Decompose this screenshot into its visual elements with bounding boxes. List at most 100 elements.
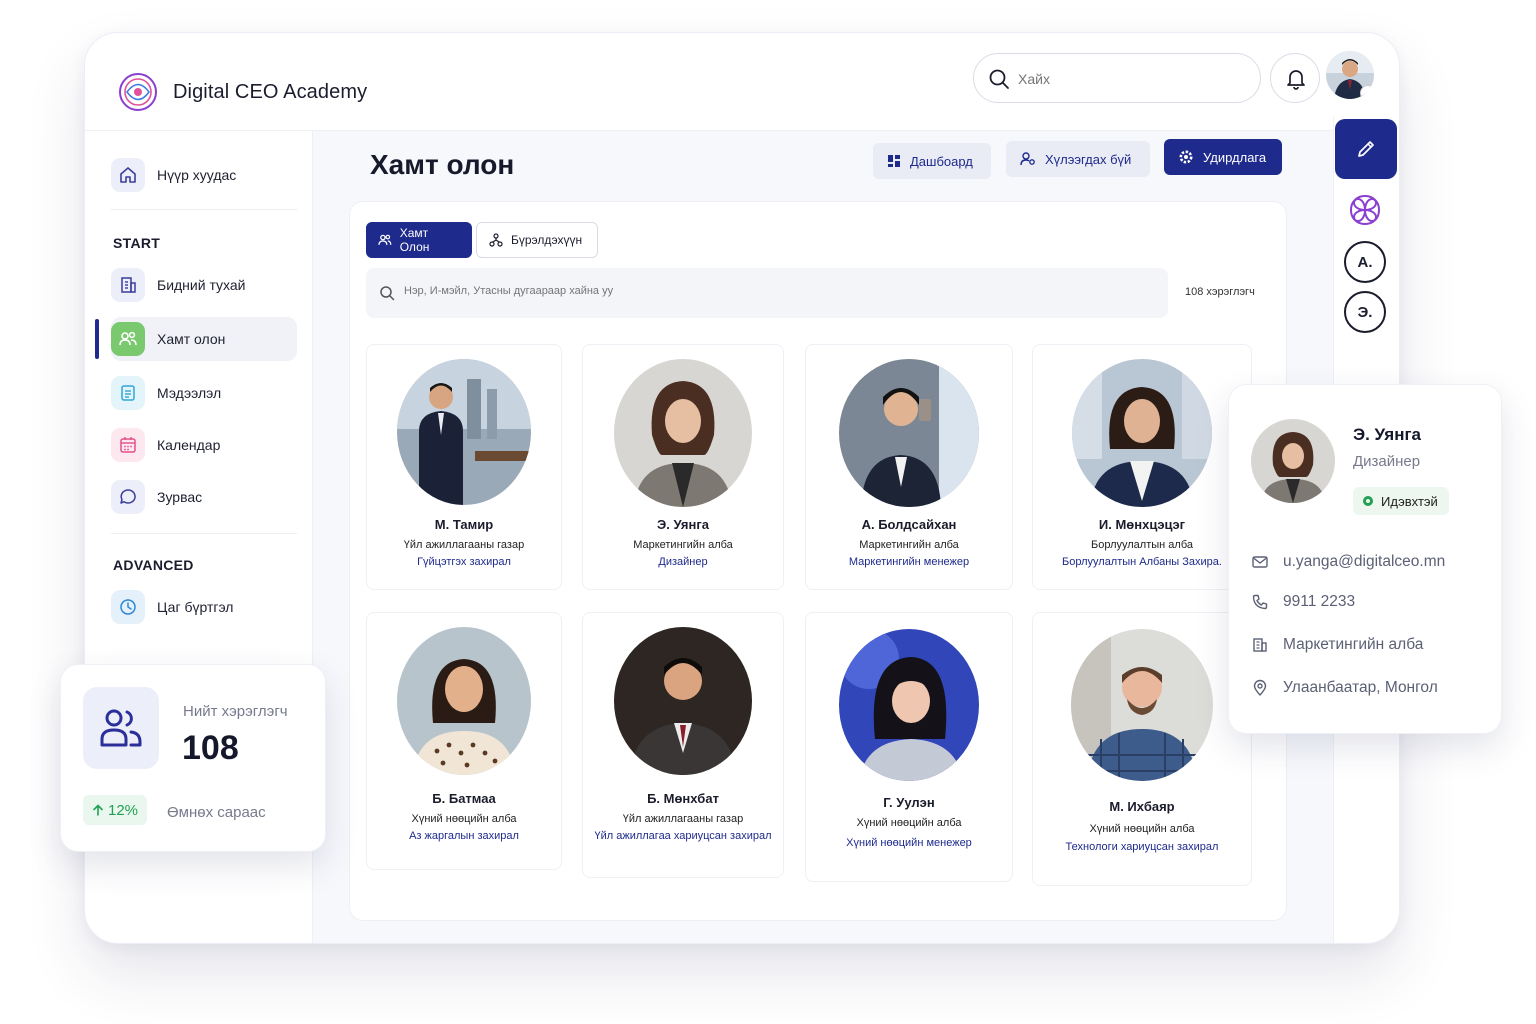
admin-button-label: Удирдлага: [1203, 149, 1267, 165]
sidebar-item-calendar[interactable]: Календар: [111, 423, 297, 467]
chat-icon: [111, 480, 145, 514]
status-badge: Идэвхтэй: [1353, 487, 1449, 515]
member-role: Маркетингийн менежер: [848, 556, 970, 568]
sidebar-item-label: Зурвас: [157, 489, 203, 505]
member-name: М. Тамир: [434, 517, 494, 532]
profile-phone-row[interactable]: 9911 2233: [1251, 593, 1355, 611]
tab-team-label: Хамт Олон: [399, 226, 430, 254]
member-department: Маркетингийн алба: [633, 539, 733, 551]
user-avatar[interactable]: ⌄: [1326, 51, 1374, 99]
sidebar-item-label: Нүүр хуудас: [157, 167, 237, 183]
sidebar-item-about[interactable]: Бидний тухай: [111, 263, 297, 307]
member-photo: [614, 627, 752, 775]
member-card[interactable]: Б. Батмаа Хүний нөөцийн алба Аз жаргалын…: [366, 612, 562, 870]
brand-name: Digital CEO Academy: [173, 81, 368, 103]
member-role: Хүний нөөцийн менежер: [846, 837, 972, 849]
search-icon: [380, 286, 395, 301]
stat-change-badge: 12%: [83, 795, 147, 825]
tab-structure[interactable]: Бүрэлдэхүүн: [476, 222, 598, 258]
team-icon: [111, 322, 145, 356]
status-label: Идэвхтэй: [1381, 493, 1438, 509]
sidebar-item-team[interactable]: Хамт олон: [95, 317, 297, 361]
member-search[interactable]: [366, 268, 1168, 318]
member-name: А. Болдсайхан: [861, 517, 957, 532]
gear-icon: [1179, 150, 1193, 164]
member-photo: [839, 629, 979, 781]
sidebar-item-news[interactable]: Мэдээлэл: [111, 371, 297, 415]
dashboard-icon: [888, 155, 900, 167]
tab-structure-label: Бүрэлдэхүүн: [511, 233, 583, 247]
page-title: Хамт олон: [370, 149, 515, 180]
total-users-card: Нийт хэрэглэгч 108 12% Өмнөх сараас: [60, 664, 326, 852]
member-role: Аз жаргалын захирал: [409, 830, 519, 842]
search-icon: [989, 69, 1009, 89]
sidebar-item-label: Цаг бүртгэл: [157, 599, 234, 615]
sidebar-item-label: Календар: [157, 437, 221, 453]
arrow-up-icon: [93, 804, 103, 816]
building-icon: [1253, 638, 1267, 652]
member-photo: [1071, 629, 1213, 781]
sidebar-item-home[interactable]: Нүүр хуудас: [111, 153, 297, 197]
top-bar: Digital CEO Academy Хайх ⌄: [85, 33, 1399, 131]
search-input[interactable]: [1018, 67, 1238, 91]
notifications-button[interactable]: [1270, 53, 1320, 103]
section-label-start: START: [113, 235, 161, 251]
academy-logo: [119, 73, 157, 111]
profile-department-row: Маркетингийн алба: [1251, 636, 1423, 654]
global-search[interactable]: [973, 53, 1261, 103]
sidebar-item-messages[interactable]: Зурвас: [111, 475, 297, 519]
member-search-input[interactable]: [404, 285, 1004, 297]
edit-button[interactable]: [1335, 119, 1397, 179]
member-card[interactable]: М. Тамир Үйл ажиллагааны газар Гүйцэтгэх…: [366, 344, 562, 590]
sidebar-divider: [111, 533, 297, 534]
member-card[interactable]: Г. Уулэн Хүний нөөцийн алба Хүний нөөций…: [805, 612, 1013, 882]
member-name: Э. Уянга: [657, 517, 709, 532]
team-icon: [378, 234, 392, 245]
member-role: Борлуулалтын Албаны Захира.: [1062, 556, 1222, 568]
user-count: 108 хэрэглэгч: [1185, 286, 1255, 298]
member-card[interactable]: М. Ихбаяр Хүний нөөцийн алба Технологи х…: [1032, 612, 1252, 886]
users-icon: [83, 687, 159, 769]
member-card[interactable]: Б. Мөнхбат Үйл ажиллагааны газар Үйл ажи…: [582, 612, 784, 878]
sidebar-item-label: Хамт олон: [157, 331, 226, 347]
calendar-icon: [111, 428, 145, 462]
rail-avatar[interactable]: А.: [1344, 241, 1386, 283]
document-icon: [111, 376, 145, 410]
stat-label: Нийт хэрэглэгч: [183, 703, 288, 720]
manager-button[interactable]: Хүлээгдах бүй: [1006, 141, 1150, 177]
member-name: Б. Мөнхбат: [647, 791, 719, 806]
profile-card: Э. Уянга Дизайнер Идэвхтэй u.yanga@digit…: [1228, 384, 1502, 734]
profile-email-row[interactable]: u.yanga@digitalceo.mn: [1251, 553, 1445, 571]
member-photo: [397, 627, 531, 775]
profile-name: Э. Уянга: [1353, 425, 1421, 444]
member-role: Дизайнер: [658, 556, 708, 568]
chevron-down-icon: ⌄: [1360, 85, 1374, 99]
mail-icon: [1252, 556, 1268, 568]
member-name: Б. Батмаа: [432, 791, 496, 806]
member-role: Үйл ажиллагаа хариуцсан захирал: [594, 830, 772, 842]
member-department: Хүний нөөцийн алба: [856, 817, 962, 829]
rail-avatar[interactable]: Э.: [1344, 291, 1386, 333]
profile-location-row: Улаанбаатар, Монгол: [1251, 679, 1438, 697]
app-stage: Digital CEO Academy Хайх ⌄ Нүүр хуудас S…: [0, 0, 1536, 1024]
admin-button[interactable]: Удирдлага: [1164, 139, 1282, 175]
dashboard-button[interactable]: Дашбоард: [873, 143, 991, 179]
member-department: Маркетингийн алба: [859, 539, 959, 551]
sidebar-item-time-tracking[interactable]: Цаг бүртгэл: [111, 585, 297, 629]
member-card[interactable]: А. Болдсайхан Маркетингийн алба Маркетин…: [805, 344, 1013, 590]
member-card[interactable]: Э. Уянга Маркетингийн алба Дизайнер: [582, 344, 784, 590]
location-pin-icon: [1253, 679, 1267, 696]
member-role: Технологи хариуцсан захирал: [1065, 841, 1219, 853]
tab-team[interactable]: Хамт Олон: [366, 222, 472, 258]
member-card[interactable]: И. Мөнхцэцэг Борлуулалтын алба Борлуулал…: [1032, 344, 1252, 590]
manager-button-label: Хүлээгдах бүй: [1045, 151, 1132, 167]
brand-knot-icon[interactable]: [1346, 191, 1384, 229]
sidebar-item-label: Бидний тухай: [157, 277, 246, 293]
structure-icon: [489, 233, 503, 247]
profile-department: Маркетингийн алба: [1283, 636, 1424, 653]
profile-phone: 9911 2233: [1283, 593, 1356, 610]
member-photo: [397, 359, 531, 505]
pencil-icon: [1358, 141, 1374, 157]
member-photo: [1072, 359, 1212, 507]
member-role: Гүйцэтгэх захирал: [417, 556, 511, 568]
